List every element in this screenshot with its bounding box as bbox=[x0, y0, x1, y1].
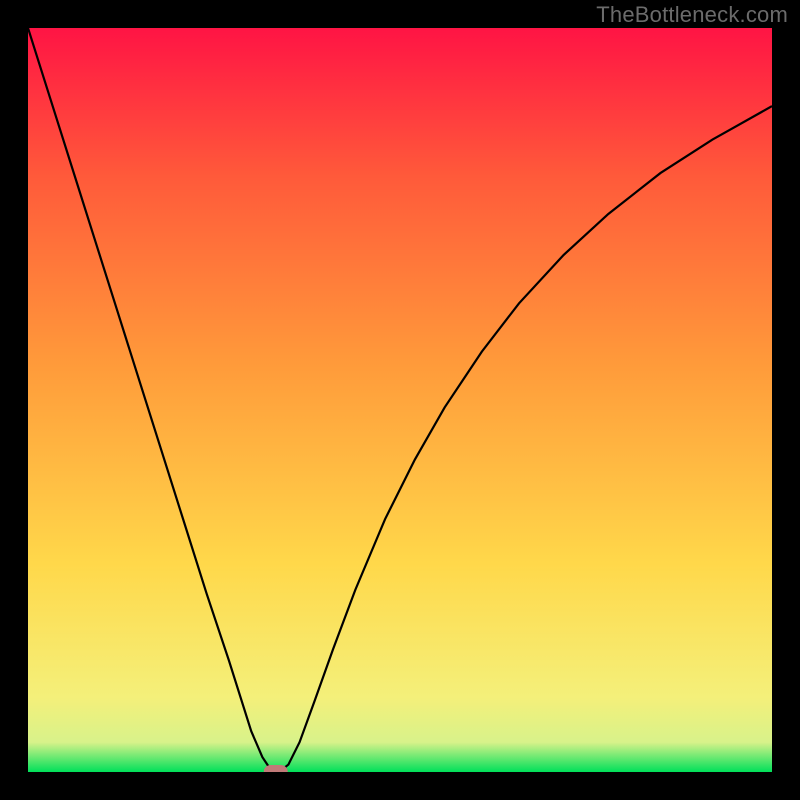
bottleneck-chart bbox=[28, 28, 772, 772]
gradient-background bbox=[28, 28, 772, 772]
chart-frame: TheBottleneck.com bbox=[0, 0, 800, 800]
attribution-label: TheBottleneck.com bbox=[596, 2, 788, 28]
minimum-marker bbox=[264, 765, 288, 772]
plot-area bbox=[28, 28, 772, 772]
